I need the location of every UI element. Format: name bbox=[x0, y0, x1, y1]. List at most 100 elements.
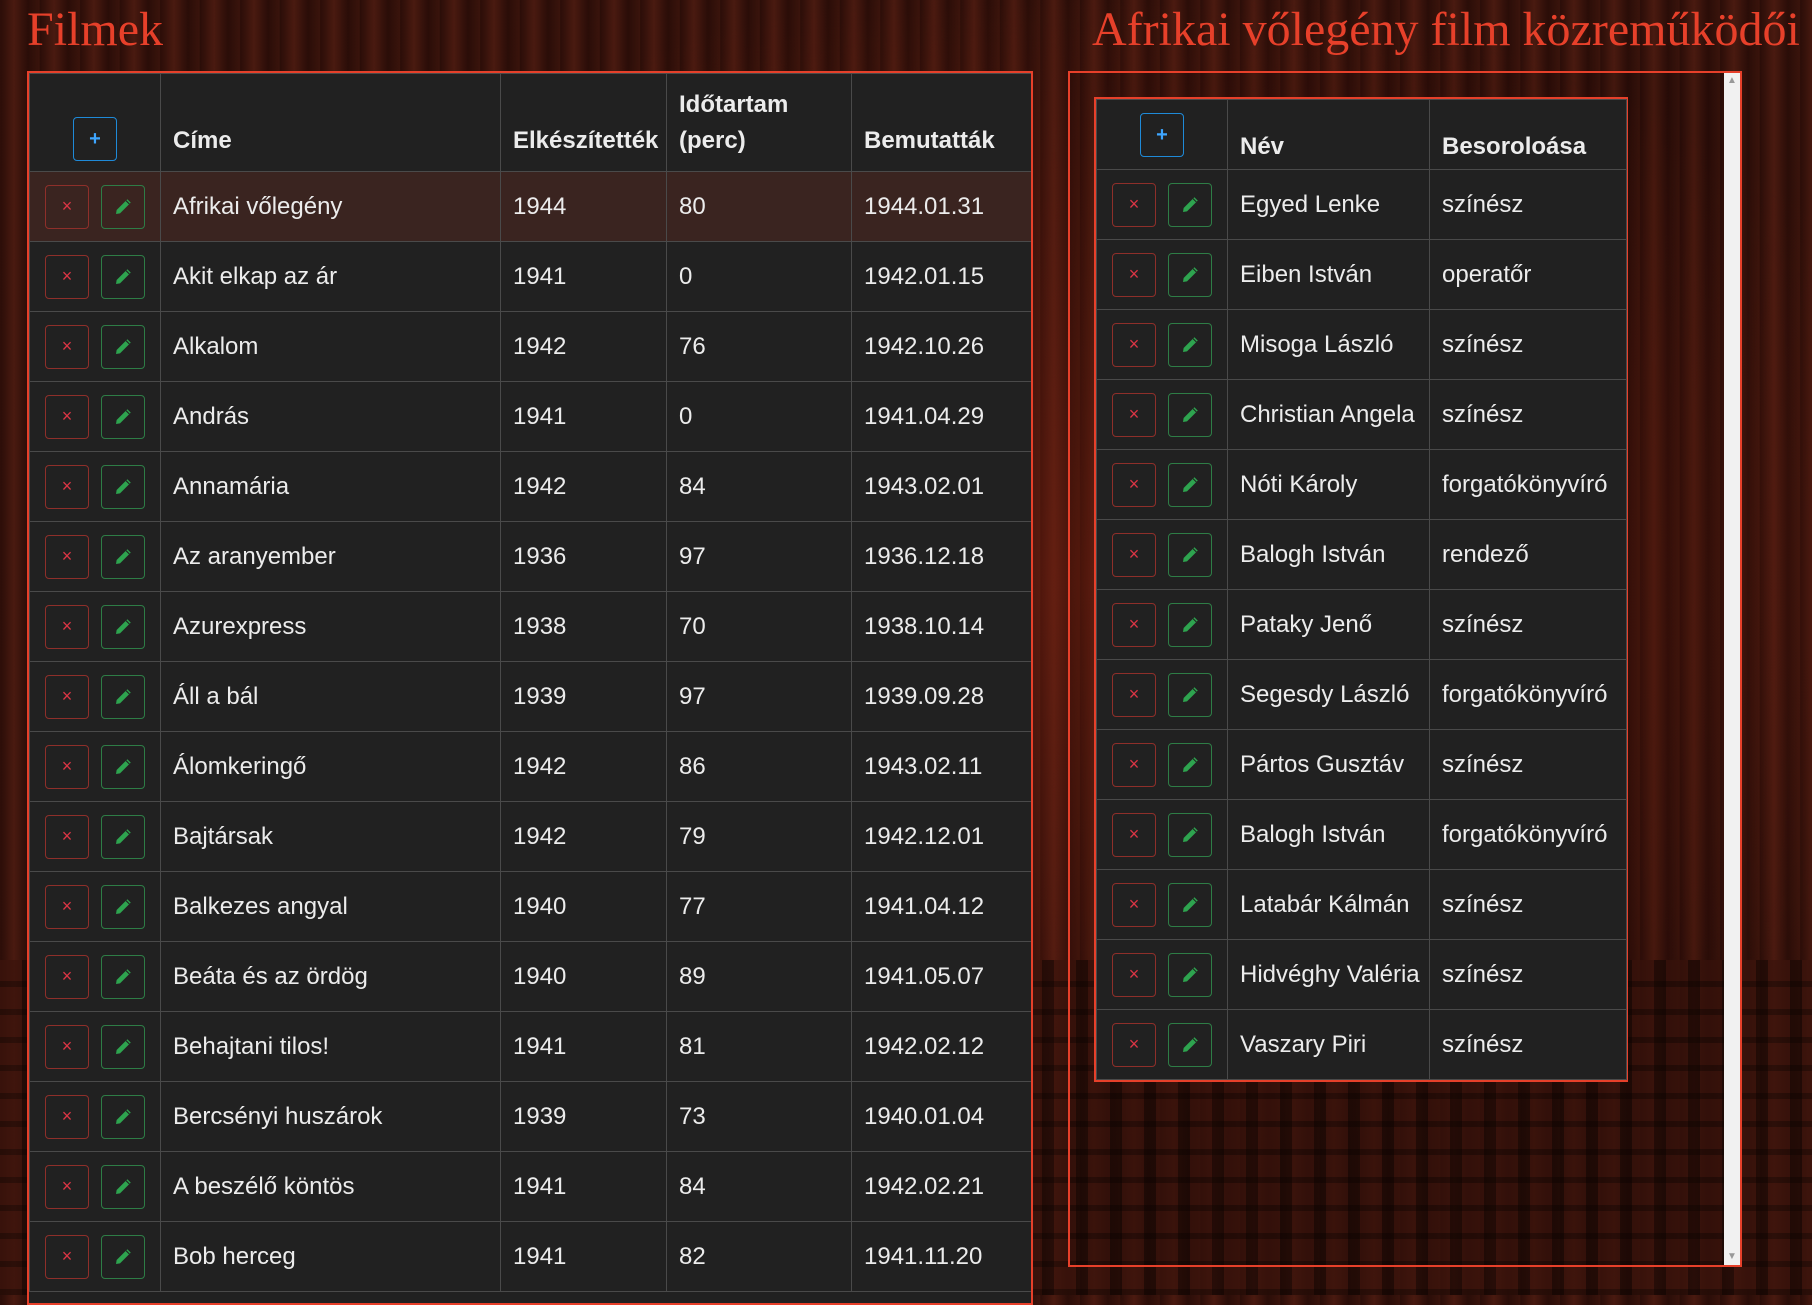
delete-button[interactable]: × bbox=[45, 744, 89, 789]
edit-button[interactable] bbox=[1168, 672, 1212, 717]
table-row[interactable]: × Pataky Jenő színész bbox=[1096, 589, 1627, 660]
delete-button[interactable]: × bbox=[1112, 182, 1156, 227]
edit-button[interactable] bbox=[1168, 952, 1212, 997]
edit-button[interactable] bbox=[1168, 812, 1212, 857]
table-row[interactable]: × Alkalom 1942 76 1942.10.26 bbox=[29, 311, 1031, 382]
table-row[interactable]: × Vaszary Piri színész bbox=[1096, 1009, 1627, 1080]
table-row[interactable]: × Azurexpress 1938 70 1938.10.14 bbox=[29, 591, 1031, 662]
delete-button[interactable]: × bbox=[45, 1094, 89, 1139]
edit-button[interactable] bbox=[1168, 322, 1212, 367]
edit-button[interactable] bbox=[101, 464, 145, 509]
contributors-scrollbar[interactable]: ▲ ▼ bbox=[1724, 73, 1740, 1265]
edit-button[interactable] bbox=[1168, 882, 1212, 927]
delete-button[interactable]: × bbox=[1112, 882, 1156, 927]
edit-button[interactable] bbox=[101, 604, 145, 649]
delete-button[interactable]: × bbox=[1112, 672, 1156, 717]
edit-button[interactable] bbox=[101, 1024, 145, 1069]
table-row[interactable]: × Áll a bál 1939 97 1939.09.28 bbox=[29, 661, 1031, 732]
edit-button[interactable] bbox=[101, 674, 145, 719]
col-header-made[interactable]: Elkészítették bbox=[500, 73, 667, 172]
table-row[interactable]: × Annamária 1942 84 1943.02.01 bbox=[29, 451, 1031, 522]
table-row[interactable]: × Álomkeringő 1942 86 1943.02.11 bbox=[29, 731, 1031, 802]
delete-button[interactable]: × bbox=[1112, 952, 1156, 997]
table-row[interactable]: × Balogh István rendező bbox=[1096, 519, 1627, 590]
pencil-icon bbox=[113, 757, 133, 777]
delete-button[interactable]: × bbox=[1112, 742, 1156, 787]
delete-button[interactable]: × bbox=[1112, 812, 1156, 857]
delete-button[interactable]: × bbox=[45, 254, 89, 299]
col-header-premiere[interactable]: Bemutatták bbox=[851, 73, 1031, 172]
table-row[interactable]: × Bajtársak 1942 79 1942.12.01 bbox=[29, 801, 1031, 872]
delete-button[interactable]: × bbox=[1112, 322, 1156, 367]
edit-button[interactable] bbox=[101, 1234, 145, 1279]
table-row[interactable]: × Afrikai vőlegény 1944 80 1944.01.31 bbox=[29, 171, 1031, 242]
delete-button[interactable]: × bbox=[45, 1024, 89, 1069]
delete-button[interactable]: × bbox=[45, 1164, 89, 1209]
table-row[interactable]: × András 1941 0 1941.04.29 bbox=[29, 381, 1031, 452]
table-row[interactable]: × A beszélő köntös 1941 84 1942.02.21 bbox=[29, 1151, 1031, 1222]
delete-button[interactable]: × bbox=[45, 674, 89, 719]
table-row[interactable]: × Bercsényi huszárok 1939 73 1940.01.04 bbox=[29, 1081, 1031, 1152]
table-row[interactable]: × Pártos Gusztáv színész bbox=[1096, 729, 1627, 800]
delete-button[interactable]: × bbox=[45, 534, 89, 579]
edit-button[interactable] bbox=[1168, 742, 1212, 787]
col-header-name[interactable]: Név bbox=[1227, 99, 1430, 170]
edit-button[interactable] bbox=[101, 324, 145, 369]
delete-button[interactable]: × bbox=[1112, 532, 1156, 577]
table-row[interactable]: × Behajtani tilos! 1941 81 1942.02.12 bbox=[29, 1011, 1031, 1082]
delete-button[interactable]: × bbox=[1112, 252, 1156, 297]
table-row[interactable]: × Az aranyember 1936 97 1936.12.18 bbox=[29, 521, 1031, 592]
table-row[interactable]: × Bob herceg 1941 82 1941.11.20 bbox=[29, 1221, 1031, 1292]
table-row[interactable]: × Segesdy László forgatókönyvíró bbox=[1096, 659, 1627, 730]
delete-button[interactable]: × bbox=[45, 394, 89, 439]
add-contributor-button[interactable]: + bbox=[1140, 113, 1184, 157]
table-row[interactable]: × Latabár Kálmán színész bbox=[1096, 869, 1627, 940]
edit-button[interactable] bbox=[101, 814, 145, 859]
edit-button[interactable] bbox=[101, 1164, 145, 1209]
edit-button[interactable] bbox=[1168, 252, 1212, 297]
edit-button[interactable] bbox=[101, 744, 145, 789]
edit-button[interactable] bbox=[1168, 462, 1212, 507]
edit-button[interactable] bbox=[101, 394, 145, 439]
table-row[interactable]: × Christian Angela színész bbox=[1096, 379, 1627, 450]
edit-button[interactable] bbox=[101, 534, 145, 579]
delete-button[interactable]: × bbox=[1112, 602, 1156, 647]
table-row[interactable]: × Eiben István operatőr bbox=[1096, 239, 1627, 310]
table-row[interactable]: × Akit elkap az ár 1941 0 1942.01.15 bbox=[29, 241, 1031, 312]
table-row[interactable]: × Hidvéghy Valéria színész bbox=[1096, 939, 1627, 1010]
scroll-down-icon[interactable]: ▼ bbox=[1724, 1249, 1740, 1265]
scroll-up-icon[interactable]: ▲ bbox=[1724, 73, 1740, 89]
delete-button[interactable]: × bbox=[45, 324, 89, 369]
delete-button[interactable]: × bbox=[45, 814, 89, 859]
add-film-button[interactable]: + bbox=[73, 117, 117, 161]
edit-button[interactable] bbox=[1168, 532, 1212, 577]
delete-button[interactable]: × bbox=[1112, 1022, 1156, 1067]
film-made: 1941 bbox=[500, 1151, 667, 1222]
delete-button[interactable]: × bbox=[1112, 392, 1156, 437]
delete-button[interactable]: × bbox=[1112, 462, 1156, 507]
delete-button[interactable]: × bbox=[45, 884, 89, 929]
edit-button[interactable] bbox=[101, 184, 145, 229]
edit-button[interactable] bbox=[101, 884, 145, 929]
table-row[interactable]: × Beáta és az ördög 1940 89 1941.05.07 bbox=[29, 941, 1031, 1012]
delete-button[interactable]: × bbox=[45, 604, 89, 649]
table-row[interactable]: × Balogh István forgatókönyvíró bbox=[1096, 799, 1627, 870]
edit-button[interactable] bbox=[101, 1094, 145, 1139]
table-row[interactable]: × Balkezes angyal 1940 77 1941.04.12 bbox=[29, 871, 1031, 942]
edit-button[interactable] bbox=[1168, 1022, 1212, 1067]
table-row[interactable]: × Egyed Lenke színész bbox=[1096, 169, 1627, 240]
delete-button[interactable]: × bbox=[45, 1234, 89, 1279]
edit-button[interactable] bbox=[101, 954, 145, 999]
edit-button[interactable] bbox=[101, 254, 145, 299]
delete-button[interactable]: × bbox=[45, 954, 89, 999]
table-row[interactable]: × Nóti Károly forgatókönyvíró bbox=[1096, 449, 1627, 520]
col-header-title[interactable]: Címe bbox=[160, 73, 501, 172]
delete-button[interactable]: × bbox=[45, 184, 89, 229]
col-header-role[interactable]: Besoroloása bbox=[1429, 99, 1627, 170]
edit-button[interactable] bbox=[1168, 602, 1212, 647]
col-header-duration[interactable]: Időtartam (perc) bbox=[666, 73, 852, 172]
table-row[interactable]: × Misoga László színész bbox=[1096, 309, 1627, 380]
edit-button[interactable] bbox=[1168, 392, 1212, 437]
edit-button[interactable] bbox=[1168, 182, 1212, 227]
delete-button[interactable]: × bbox=[45, 464, 89, 509]
